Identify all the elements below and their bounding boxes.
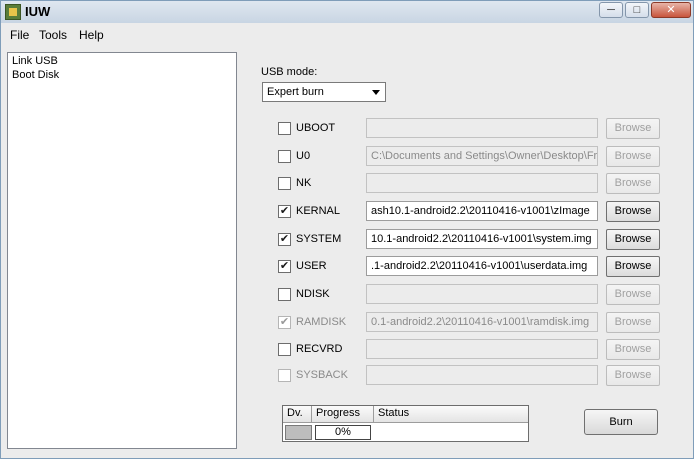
ndisk-path-field (366, 284, 598, 304)
row-u0: U0 C:\Documents and Settings\Owner\Deskto… (278, 146, 668, 168)
col-header-status: Status (374, 406, 528, 423)
user-browse-button[interactable]: Browse (606, 256, 660, 277)
uboot-browse-button: Browse (606, 118, 660, 139)
menu-tools[interactable]: Tools (39, 28, 67, 42)
row-user: ✔ USER .1-android2.2\20110416-v1001\userda… (278, 256, 668, 278)
kernal-path-field[interactable]: ash10.1-android2.2\20110416-v1001\zImage (366, 201, 598, 221)
ramdisk-checkbox: ✔ (278, 316, 291, 329)
user-checkbox[interactable]: ✔ (278, 260, 291, 273)
u0-browse-button: Browse (606, 146, 660, 167)
u0-checkbox[interactable] (278, 150, 291, 163)
system-checkbox[interactable]: ✔ (278, 233, 291, 246)
minimize-button[interactable]: ─ (599, 2, 623, 18)
recvrd-path-field (366, 339, 598, 359)
window-title: IUW (25, 4, 51, 19)
usb-mode-label: USB mode: (261, 66, 318, 78)
row-uboot: UBOOT Browse (278, 118, 668, 140)
recvrd-checkbox[interactable] (278, 343, 291, 356)
row-ndisk: NDISK Browse (278, 284, 668, 306)
system-browse-button[interactable]: Browse (606, 229, 660, 250)
usb-mode-value: Expert burn (267, 86, 324, 98)
ramdisk-label: RAMDISK (296, 316, 347, 328)
maximize-button[interactable]: □ (625, 2, 649, 18)
progress-table: Dv. Progress Status 0% (282, 405, 529, 442)
nk-checkbox[interactable] (278, 177, 291, 190)
list-item-link-usb[interactable]: Link USB (12, 55, 58, 67)
list-item-boot-disk[interactable]: Boot Disk (12, 69, 59, 81)
app-window: IUW ─ □ ✕ File Tools Help Link USB Boot … (0, 0, 694, 459)
kernal-label: KERNAL (296, 205, 341, 217)
progress-value: 0% (315, 425, 371, 440)
row-ramdisk: ✔ RAMDISK 0.1-android2.2\20110416-v1001\ra… (278, 312, 668, 334)
title-bar: IUW ─ □ ✕ (1, 1, 693, 23)
ramdisk-path-field: 0.1-android2.2\20110416-v1001\ramdisk.im… (366, 312, 598, 332)
sysback-label: SYSBACK (296, 369, 348, 381)
menu-file[interactable]: File (10, 28, 29, 42)
menu-help[interactable]: Help (79, 28, 104, 42)
u0-label: U0 (296, 150, 311, 162)
ndisk-label: NDISK (296, 288, 330, 300)
row-recvrd: RECVRD Browse (278, 339, 668, 361)
row-sysback: SYSBACK Browse (278, 365, 668, 387)
row-system: ✔ SYSTEM 10.1-android2.2\20110416-v1001\sy… (278, 229, 668, 251)
user-path-field[interactable]: .1-android2.2\20110416-v1001\userdata.im… (366, 256, 598, 276)
burn-button[interactable]: Burn (584, 409, 658, 435)
nk-browse-button: Browse (606, 173, 660, 194)
uboot-label: UBOOT (296, 122, 336, 134)
uboot-path-field (366, 118, 598, 138)
chevron-down-icon[interactable] (367, 83, 385, 101)
menu-bar: File Tools Help (1, 23, 693, 45)
user-label: USER (296, 260, 327, 272)
device-indicator (285, 425, 312, 440)
usb-mode-select[interactable]: Expert burn (262, 82, 386, 102)
function-list[interactable]: Link USB Boot Disk (7, 52, 237, 449)
row-nk: NK Browse (278, 173, 668, 195)
sysback-browse-button: Browse (606, 365, 660, 386)
app-icon (5, 4, 21, 20)
system-path-field[interactable]: 10.1-android2.2\20110416-v1001\system.im… (366, 229, 598, 249)
ramdisk-browse-button: Browse (606, 312, 660, 333)
ndisk-browse-button: Browse (606, 284, 660, 305)
system-label: SYSTEM (296, 233, 342, 245)
nk-label: NK (296, 177, 312, 189)
nk-path-field (366, 173, 598, 193)
ndisk-checkbox[interactable] (278, 288, 291, 301)
uboot-checkbox[interactable] (278, 122, 291, 135)
close-button[interactable]: ✕ (651, 2, 691, 18)
sysback-path-field (366, 365, 598, 385)
kernal-browse-button[interactable]: Browse (606, 201, 660, 222)
col-header-dv: Dv. (283, 406, 312, 423)
sysback-checkbox (278, 369, 291, 382)
kernal-checkbox[interactable]: ✔ (278, 205, 291, 218)
u0-path-field: C:\Documents and Settings\Owner\Desktop\… (366, 146, 598, 166)
row-kernal: ✔ KERNAL ash10.1-android2.2\20110416-v1001… (278, 201, 668, 223)
recvrd-label: RECVRD (296, 343, 343, 355)
col-header-progress: Progress (312, 406, 374, 423)
recvrd-browse-button: Browse (606, 339, 660, 360)
